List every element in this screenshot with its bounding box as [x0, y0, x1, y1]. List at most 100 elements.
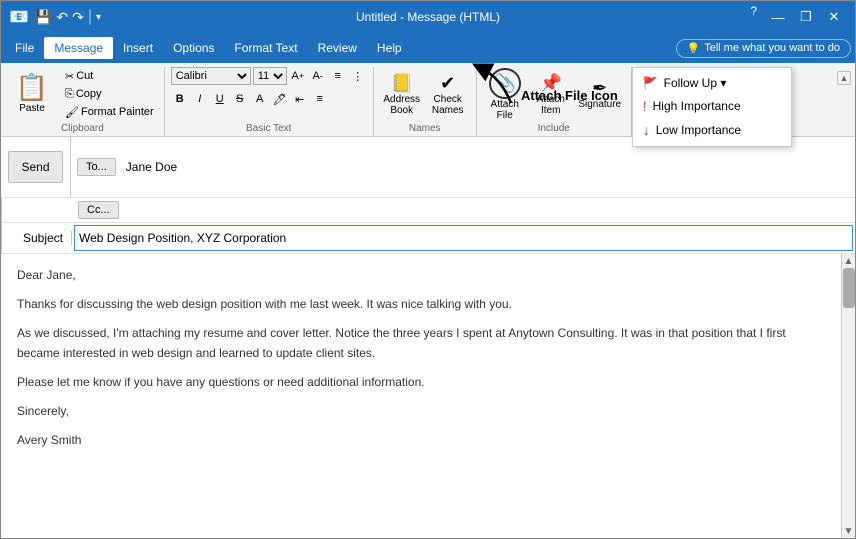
clipboard-small-btns: ✂ Cut ⎘ Copy 🖌 Format Painter — [61, 67, 158, 121]
to-button[interactable]: To... — [77, 158, 116, 176]
subject-label: Subject — [23, 231, 63, 245]
names-label: Names — [380, 121, 470, 136]
paste-area: 📋 Paste ✂ Cut ⎘ Copy — [7, 67, 158, 121]
to-field-row: To... — [71, 155, 855, 179]
menu-format-text[interactable]: Format Text — [224, 37, 307, 59]
menu-review[interactable]: Review — [308, 37, 367, 59]
email-body[interactable]: Dear Jane, Thanks for discussing the web… — [1, 254, 841, 538]
signature-icon: ✒ — [592, 78, 607, 99]
cc-input[interactable] — [125, 198, 855, 222]
window-title: Untitled - Message (HTML) — [356, 10, 500, 24]
undo-icon[interactable]: ↶ — [56, 9, 68, 26]
decrease-font-button[interactable]: A- — [309, 67, 327, 85]
copy-label: Copy — [76, 88, 102, 100]
increase-font-button[interactable]: A+ — [289, 67, 307, 85]
cc-field-row: Cc... — [72, 198, 855, 222]
ribbon-content: 📋 Paste ✂ Cut ⎘ Copy — [1, 63, 855, 137]
font-family-select[interactable]: Calibri — [171, 67, 251, 85]
separator: | — [88, 8, 92, 26]
indent-button[interactable]: ⇤ — [291, 90, 309, 108]
ribbon: 📋 Paste ✂ Cut ⎘ Copy — [1, 63, 855, 137]
body-line2: Thanks for discussing the web design pos… — [17, 295, 825, 314]
body-line1: Dear Jane, — [17, 266, 825, 285]
scroll-down-button[interactable]: ▼ — [842, 524, 856, 538]
save-icon[interactable]: 💾 — [35, 9, 52, 26]
address-book-label: Address Book — [380, 94, 424, 116]
format-painter-icon: 🖌 — [65, 106, 79, 119]
close-button[interactable]: ✕ — [821, 4, 847, 30]
high-importance-item[interactable]: ! High Importance — [633, 94, 791, 118]
outlook-window: 📧 💾 ↶ ↷ | ▾ Untitled - Message (HTML) ? … — [0, 0, 856, 539]
font-row: Calibri 11 A+ A- ≡ ⋮ — [171, 67, 367, 85]
names-content: 📒 Address Book ✔ Check Names — [380, 67, 470, 121]
body-line3: As we discussed, I'm attaching my resume… — [17, 324, 825, 362]
scroll-up-button[interactable]: ▲ — [842, 254, 856, 268]
follow-up-item[interactable]: 🚩 Follow Up ▾ — [633, 72, 791, 94]
lightbulb-icon: 💡 — [687, 42, 701, 55]
menu-insert[interactable]: Insert — [113, 37, 163, 59]
tell-me-box[interactable]: 💡 Tell me what you want to do — [676, 39, 851, 58]
subject-input[interactable] — [74, 225, 853, 251]
quick-access-toolbar: 💾 ↶ ↷ | ▾ — [35, 8, 101, 26]
signature-button[interactable]: ✒ Signature — [575, 68, 625, 120]
restore-button[interactable]: ❐ — [793, 4, 819, 30]
subject-row: Subject — [1, 223, 855, 254]
app-icon: 📧 — [9, 7, 29, 27]
menu-help[interactable]: Help — [367, 37, 412, 59]
high-importance-icon: ! — [643, 98, 647, 114]
body-scrollbar[interactable]: ▲ ▼ — [841, 254, 855, 538]
send-button[interactable]: Send — [8, 151, 62, 183]
paste-button[interactable]: 📋 Paste — [7, 67, 57, 119]
underline-button[interactable]: U — [211, 90, 229, 108]
font-size-select[interactable]: 11 — [253, 67, 287, 85]
clipboard-label: Clipboard — [7, 121, 158, 136]
attach-item-label: Attach Item — [529, 94, 573, 116]
ribbon-collapse-button[interactable]: ▲ — [837, 71, 851, 85]
cut-icon: ✂ — [65, 70, 74, 83]
menu-message[interactable]: Message — [44, 37, 113, 59]
low-importance-icon: ↓ — [643, 122, 650, 138]
attach-file-label: Attach File — [483, 99, 527, 121]
low-importance-label: Low Importance — [656, 123, 741, 137]
font-color-button[interactable]: A — [251, 90, 269, 108]
body-line5: Sincerely, — [17, 402, 825, 421]
include-content: 📎 Attach File 📌 Attach Item ✒ Signature — [483, 67, 625, 121]
align-button[interactable]: ≡ — [311, 90, 329, 108]
tell-me-label: Tell me what you want to do — [704, 42, 840, 54]
strikethrough-button[interactable]: S — [231, 90, 249, 108]
highlight-button[interactable]: 🖊 — [271, 90, 289, 108]
redo-icon[interactable]: ↷ — [72, 9, 84, 26]
body-area: Dear Jane, Thanks for discussing the web… — [1, 254, 855, 538]
check-names-button[interactable]: ✔ Check Names — [426, 68, 470, 120]
attach-item-button[interactable]: 📌 Attach Item — [529, 68, 573, 120]
main-content: Send To... Cc... Subject — [1, 137, 855, 538]
bullets-button[interactable]: ≡ — [329, 67, 347, 85]
address-book-button[interactable]: 📒 Address Book — [380, 68, 424, 120]
cc-button[interactable]: Cc... — [78, 201, 119, 219]
bold-button[interactable]: B — [171, 90, 189, 108]
menu-options[interactable]: Options — [163, 37, 224, 59]
compose-area: Send To... Cc... Subject — [1, 137, 855, 538]
minimize-button[interactable]: — — [765, 4, 791, 30]
cut-label: Cut — [76, 70, 93, 82]
attach-file-icon: 📎 — [489, 68, 521, 99]
low-importance-item[interactable]: ↓ Low Importance — [633, 118, 791, 142]
italic-button[interactable]: I — [191, 90, 209, 108]
body-line6: Avery Smith — [17, 431, 825, 450]
title-bar-left: 📧 💾 ↶ ↷ | ▾ — [9, 7, 101, 27]
copy-button[interactable]: ⎘ Copy — [61, 85, 158, 103]
basic-text-group: Calibri 11 A+ A- ≡ ⋮ B I U S — [165, 67, 374, 136]
clipboard-content: 📋 Paste ✂ Cut ⎘ Copy — [7, 67, 158, 121]
scroll-thumb[interactable] — [843, 268, 855, 308]
customize-icon[interactable]: ▾ — [96, 12, 101, 23]
attach-file-button[interactable]: 📎 Attach File — [483, 68, 527, 120]
numbering-button[interactable]: ⋮ — [349, 67, 367, 85]
menu-file[interactable]: File — [5, 37, 44, 59]
cut-button[interactable]: ✂ Cut — [61, 67, 158, 85]
signature-label: Signature — [578, 99, 621, 110]
help-icon[interactable]: ? — [750, 4, 757, 30]
format-painter-button[interactable]: 🖌 Format Painter — [61, 103, 158, 121]
check-names-icon: ✔ — [440, 73, 455, 94]
to-input[interactable] — [122, 155, 855, 179]
flag-icon: 🚩 — [643, 76, 658, 90]
